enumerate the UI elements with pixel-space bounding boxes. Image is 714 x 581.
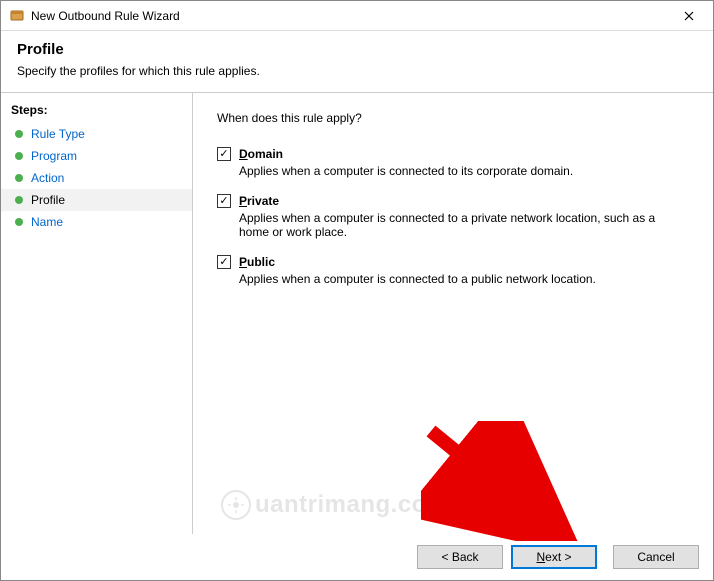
page-subtitle: Specify the profiles for which this rule… [17,64,697,78]
step-program[interactable]: Program [1,145,192,167]
window-title: New Outbound Rule Wizard [31,9,669,23]
step-label: Profile [31,193,65,207]
step-action[interactable]: Action [1,167,192,189]
steps-heading: Steps: [1,101,192,123]
profile-question: When does this rule apply? [217,111,689,125]
app-icon [9,8,25,24]
step-label: Action [31,171,64,185]
step-bullet-icon [15,218,23,226]
steps-sidebar: Steps: Rule Type Program Action Profile … [1,93,193,542]
profile-option-domain: ✓ Domain Applies when a computer is conn… [217,147,689,178]
step-label: Program [31,149,77,163]
option-desc-domain: Applies when a computer is connected to … [239,164,659,178]
step-label: Rule Type [31,127,85,141]
wizard-header: Profile Specify the profiles for which t… [1,31,713,93]
option-label-domain: Domain [239,147,283,161]
step-bullet-icon [15,130,23,138]
step-bullet-icon [15,152,23,160]
wizard-footer: < Back Next > Cancel [1,534,713,580]
wizard-main: When does this rule apply? ✓ Domain Appl… [193,93,713,542]
close-button[interactable] [669,2,709,30]
step-bullet-icon [15,174,23,182]
profile-option-private: ✓ Private Applies when a computer is con… [217,194,689,239]
step-label: Name [31,215,63,229]
profile-option-public: ✓ Public Applies when a computer is conn… [217,255,689,286]
step-rule-type[interactable]: Rule Type [1,123,192,145]
next-button[interactable]: Next > [511,545,597,569]
step-name[interactable]: Name [1,211,192,233]
cancel-button[interactable]: Cancel [613,545,699,569]
step-bullet-icon [15,196,23,204]
option-desc-private: Applies when a computer is connected to … [239,211,659,239]
page-title: Profile [17,41,697,58]
titlebar: New Outbound Rule Wizard [1,1,713,31]
checkbox-domain[interactable]: ✓ [217,147,231,161]
checkbox-private[interactable]: ✓ [217,194,231,208]
step-profile[interactable]: Profile [1,189,192,211]
checkbox-public[interactable]: ✓ [217,255,231,269]
back-button[interactable]: < Back [417,545,503,569]
option-desc-public: Applies when a computer is connected to … [239,272,659,286]
option-label-public: Public [239,255,275,269]
close-icon [684,11,694,21]
option-label-private: Private [239,194,279,208]
wizard-body: Steps: Rule Type Program Action Profile … [1,93,713,542]
